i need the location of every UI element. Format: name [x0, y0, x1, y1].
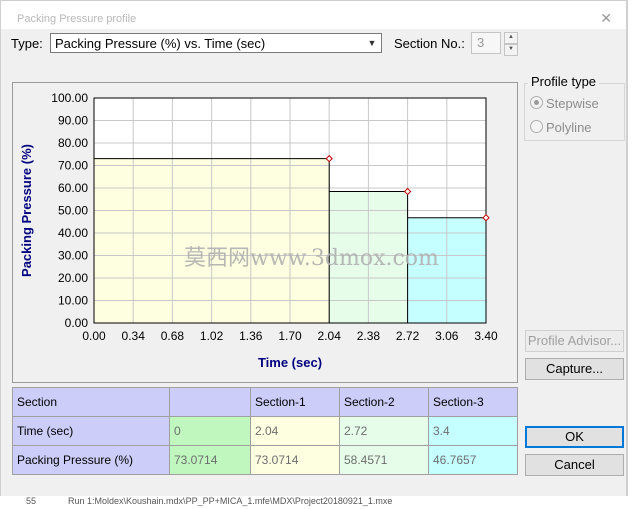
x-tick-label: 3.06	[435, 329, 459, 343]
radio-polyline[interactable]: Polyline	[530, 120, 592, 135]
section-no-field[interactable]: 3	[471, 32, 501, 54]
spin-down-icon[interactable]: ▼	[504, 44, 518, 56]
cancel-button[interactable]: Cancel	[525, 454, 624, 476]
y-tick-label: 100.00	[51, 91, 88, 105]
radio-polyline-label: Polyline	[546, 120, 592, 135]
table-row: Packing Pressure (%) 73.0714 73.0714 58.…	[12, 445, 518, 475]
table-header-cell: Section-3	[428, 387, 518, 417]
table-header-row: Section Section-1 Section-2 Section-3	[12, 387, 518, 417]
row-label: Time (sec)	[12, 416, 170, 446]
profile-type-label: Profile type	[528, 74, 600, 89]
status-bar: 55 Run 1:Moldex\Koushain.mdx\PP_PP+MICA_…	[0, 496, 633, 509]
table-cell[interactable]: 73.0714	[169, 445, 251, 475]
close-icon[interactable]: ✕	[600, 10, 612, 27]
section-no-spinner[interactable]: ▲ ▼	[504, 32, 518, 56]
profile-advisor-button[interactable]: Profile Advisor...	[525, 330, 624, 352]
chevron-down-icon[interactable]: ▼	[365, 36, 379, 50]
y-tick-label: 80.00	[58, 136, 88, 150]
pressure-chart: 0.00 10.00 20.00 30.00 40.00 50.00 60.00 70.00 8…	[19, 91, 498, 370]
y-tick-label: 20.00	[58, 271, 88, 285]
ok-button[interactable]: OK	[525, 426, 624, 448]
title-bar: Packing Pressure profile ✕	[1, 1, 626, 29]
x-tick-label: 2.38	[357, 329, 381, 343]
table-cell[interactable]: 0	[169, 416, 251, 446]
y-tick-label: 60.00	[58, 181, 88, 195]
x-tick-label: 3.40	[474, 329, 498, 343]
section-no-value: 3	[477, 35, 485, 50]
table-cell[interactable]: 73.0714	[250, 445, 340, 475]
y-axis-label: Packing Pressure (%)	[19, 144, 34, 277]
radio-stepwise-label: Stepwise	[546, 96, 599, 111]
table-header-cell: Section-1	[250, 387, 340, 417]
status-text: Run 1:Moldex\Koushain.mdx\PP_PP+MICA_1.m…	[68, 496, 393, 506]
radio-selected-icon	[530, 96, 543, 109]
radio-stepwise[interactable]: Stepwise	[530, 96, 599, 111]
x-axis-label: Time (sec)	[258, 355, 322, 370]
table-header-cell	[169, 387, 251, 417]
capture-button[interactable]: Capture...	[525, 358, 624, 380]
row-label: Packing Pressure (%)	[12, 445, 170, 475]
radio-unselected-icon	[530, 120, 543, 133]
table-cell[interactable]: 46.7657	[428, 445, 518, 475]
x-tick-label: 2.72	[396, 329, 420, 343]
x-tick-label: 2.04	[318, 329, 342, 343]
background-window-edge	[627, 0, 633, 509]
x-tick-label: 0.00	[82, 329, 106, 343]
type-dropdown[interactable]: Packing Pressure (%) vs. Time (sec) ▼	[50, 33, 382, 53]
y-tick-label: 90.00	[58, 114, 88, 128]
table-cell[interactable]: 3.4	[428, 416, 518, 446]
x-tick-label: 0.34	[122, 329, 146, 343]
type-label: Type:	[11, 36, 43, 51]
table-row: Time (sec) 0 2.04 2.72 3.4	[12, 416, 518, 446]
x-tick-label: 1.70	[278, 329, 302, 343]
table-cell[interactable]: 2.72	[339, 416, 429, 446]
y-tick-label: 70.00	[58, 159, 88, 173]
window-title: Packing Pressure profile	[17, 13, 137, 25]
y-tick-label: 10.00	[58, 294, 88, 308]
x-tick-label: 1.02	[200, 329, 224, 343]
x-tick-label: 1.36	[239, 329, 263, 343]
y-tick-label: 40.00	[58, 226, 88, 240]
table-cell[interactable]: 2.04	[250, 416, 340, 446]
section-table: Section Section-1 Section-2 Section-3 Ti…	[12, 387, 518, 475]
y-tick-label: 30.00	[58, 249, 88, 263]
x-tick-label: 0.68	[161, 329, 185, 343]
table-header-cell: Section-2	[339, 387, 429, 417]
table-header-cell: Section	[12, 387, 170, 417]
chart-panel: 0.00 10.00 20.00 30.00 40.00 50.00 60.00 70.00 8…	[12, 82, 518, 383]
status-prefix: 55	[26, 496, 37, 506]
y-tick-label: 0.00	[65, 316, 89, 330]
watermark: 莫西网www.3dmox.com	[184, 246, 439, 271]
spin-up-icon[interactable]: ▲	[504, 32, 518, 44]
table-cell[interactable]: 58.4571	[339, 445, 429, 475]
y-tick-label: 50.00	[58, 204, 88, 218]
type-dropdown-value: Packing Pressure (%) vs. Time (sec)	[55, 36, 266, 51]
section-no-label: Section No.:	[394, 36, 465, 51]
